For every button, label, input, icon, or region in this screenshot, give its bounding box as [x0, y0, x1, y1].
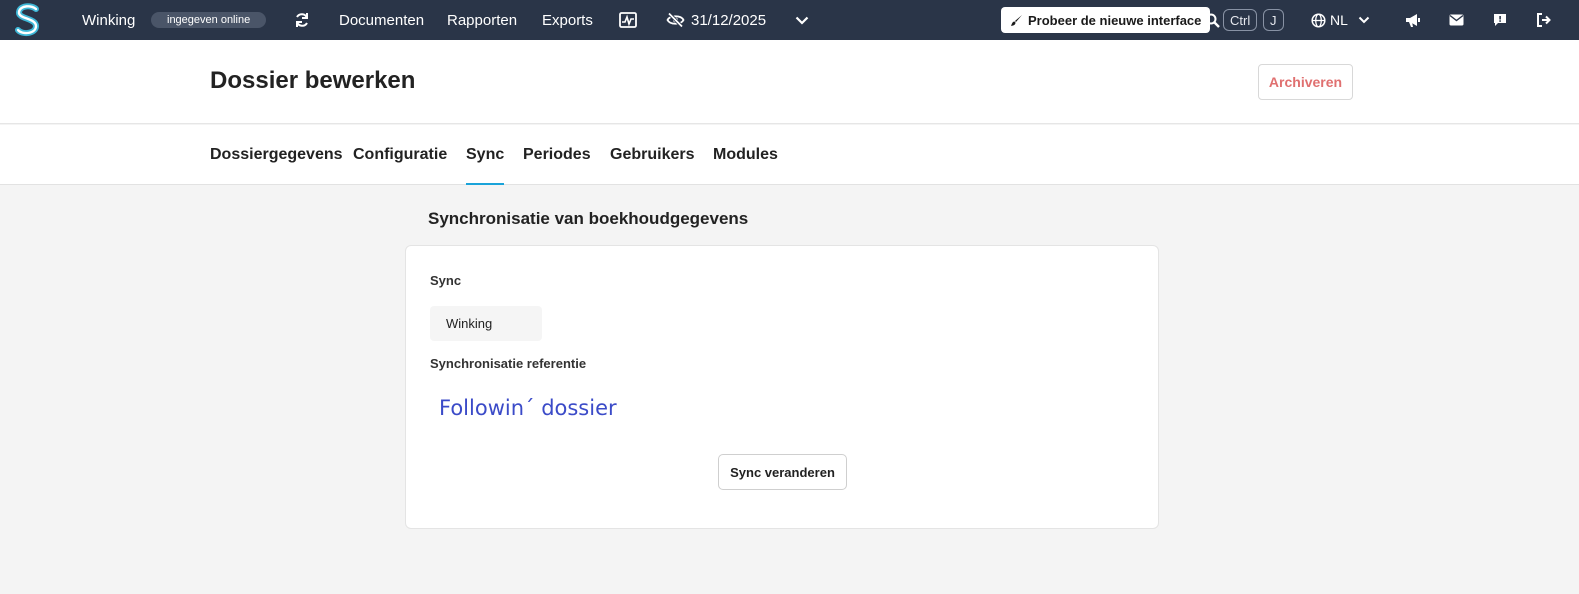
company-name[interactable]: Winking	[82, 0, 135, 40]
status-badge-wrap: ingegeven online	[151, 0, 267, 40]
page-title: Dossier bewerken	[210, 67, 416, 94]
shortcut-j-wrap: J	[1263, 0, 1284, 40]
tab-modules[interactable]: Modules	[713, 125, 778, 185]
sync-label: Sync	[430, 273, 462, 288]
tab-configuratie[interactable]: Configuratie	[353, 125, 447, 185]
chevron-down-icon	[795, 16, 809, 25]
section-title: Synchronisatie van boekhoudgegevens	[428, 209, 749, 228]
search-icon	[1205, 13, 1220, 28]
chat-icon	[1493, 14, 1506, 26]
sync-select[interactable]: Winking	[430, 306, 542, 341]
top-navbar: Winking ingegeven online Documenten Rapp…	[0, 0, 1579, 40]
shortcut-key-ctrl: Ctrl	[1223, 9, 1258, 31]
search-button[interactable]	[1204, 0, 1220, 40]
nav-rapporten[interactable]: Rapporten	[447, 0, 517, 40]
globe-icon	[1311, 12, 1326, 28]
try-new-interface-label: Probeer de nieuwe interface	[1028, 12, 1202, 28]
reference-value: Followin´ dossier	[439, 396, 617, 420]
feedback-button[interactable]	[1492, 0, 1507, 40]
logo-icon	[15, 3, 40, 37]
mail-icon	[1449, 14, 1463, 26]
chevron-down-icon	[1358, 16, 1370, 24]
app-logo[interactable]	[14, 0, 42, 40]
hide-button[interactable]	[665, 0, 685, 40]
logout-icon	[1536, 13, 1551, 27]
tab-bar: Dossiergegevens Configuratie Sync Period…	[0, 125, 1579, 185]
announcements-button[interactable]	[1404, 0, 1421, 40]
tab-sync[interactable]: Sync	[466, 125, 505, 185]
language-label: NL	[1330, 12, 1348, 28]
tab-periodes[interactable]: Periodes	[523, 125, 591, 185]
mail-button[interactable]	[1448, 0, 1464, 40]
megaphone-icon	[1405, 13, 1420, 27]
tab-gebruikers[interactable]: Gebruikers	[610, 125, 694, 185]
chart-icon	[618, 12, 637, 28]
status-badge: ingegeven online	[151, 12, 267, 28]
try-new-interface-wrap: Probeer de nieuwe interface	[1001, 0, 1211, 40]
page-header: Dossier bewerken Archiveren	[0, 40, 1579, 124]
try-new-interface-button[interactable]: Probeer de nieuwe interface	[1001, 7, 1211, 33]
nav-exports[interactable]: Exports	[542, 0, 593, 40]
shortcut-key-j: J	[1263, 9, 1284, 31]
period-date[interactable]: 31/12/2025	[691, 0, 766, 40]
reference-label: Synchronisatie referentie	[430, 356, 587, 371]
change-sync-button[interactable]: Sync veranderen	[718, 454, 847, 490]
nav-documenten[interactable]: Documenten	[339, 0, 424, 40]
logout-button[interactable]	[1535, 0, 1551, 40]
archive-button[interactable]: Archiveren	[1258, 64, 1353, 100]
period-dropdown[interactable]	[795, 0, 809, 40]
language-selector[interactable]: NL	[1311, 0, 1370, 40]
refresh-icon	[296, 13, 308, 27]
shortcut-ctrl-wrap: Ctrl	[1223, 0, 1258, 40]
sync-card: Sync Winking Synchronisatie referentie F…	[405, 245, 1159, 529]
chart-button[interactable]	[618, 0, 637, 40]
tab-dossiergegevens[interactable]: Dossiergegevens	[210, 125, 343, 185]
brush-icon	[1011, 14, 1022, 26]
refresh-button[interactable]	[293, 0, 311, 40]
eye-slash-icon	[665, 12, 685, 28]
